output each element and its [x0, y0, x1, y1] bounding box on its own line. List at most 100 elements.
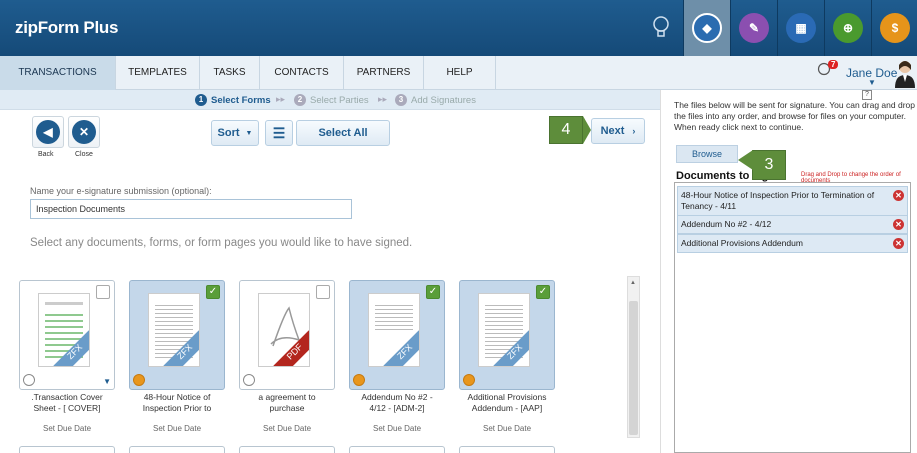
document-caption: 48-Hour Notice of Inspection Prior to: [129, 392, 225, 414]
remove-icon[interactable]: ✕: [893, 238, 904, 249]
list-view-button[interactable]: ☰: [265, 120, 293, 146]
caption-line: 48-Hour Notice of: [143, 392, 211, 402]
status-circle-icon: [353, 374, 365, 386]
document-tile[interactable]: ZFX ✓: [459, 280, 555, 390]
nav-contacts[interactable]: CONTACTS: [260, 56, 344, 90]
scroll-thumb[interactable]: [629, 301, 638, 435]
status-circle-icon: [133, 374, 145, 386]
chevron-down-icon[interactable]: ▼: [103, 377, 111, 386]
signature-queue-panel: The files below will be sent for signatu…: [660, 90, 917, 453]
step-number: 1: [195, 94, 207, 106]
calendar-app-icon[interactable]: ▦: [777, 0, 824, 56]
nav-partners[interactable]: PARTNERS: [344, 56, 424, 90]
document-tile[interactable]: [19, 446, 115, 453]
transactions-app-icon[interactable]: ◆: [683, 0, 730, 56]
list-item[interactable]: Addendum No #2 - 4/12 ✕: [677, 215, 908, 234]
queue-description: The files below will be sent for signatu…: [674, 100, 915, 132]
nav-templates[interactable]: TEMPLATES: [116, 56, 200, 90]
document-checkbox[interactable]: [316, 285, 330, 299]
list-item[interactable]: Additional Provisions Addendum ✕: [677, 234, 908, 253]
selected-documents-list: 48-Hour Notice of Inspection Prior to Te…: [674, 182, 911, 453]
document-tile[interactable]: [349, 446, 445, 453]
step-callout: 3: [752, 150, 786, 180]
caption-line: Additional Provisions: [467, 392, 547, 402]
next-button[interactable]: Next ›: [591, 118, 645, 144]
caption-line: a agreement to: [258, 392, 316, 402]
submission-name-input[interactable]: [30, 199, 352, 219]
document-checkbox[interactable]: ✓: [206, 285, 220, 299]
step-select-parties: 2 Select Parties: [294, 94, 369, 106]
caption-line: Addendum No #2 -: [361, 392, 433, 402]
step-number: 3: [395, 94, 407, 106]
lightbulb-icon[interactable]: [650, 13, 672, 43]
document-thumbnail: ZFX: [368, 293, 420, 367]
status-circle-icon: [463, 374, 475, 386]
document-tile[interactable]: ZFX ▼: [19, 280, 115, 390]
close-button[interactable]: ✕: [68, 116, 100, 148]
document-tile[interactable]: [239, 446, 335, 453]
set-due-date-link[interactable]: Set Due Date: [129, 424, 225, 433]
document-caption: Additional Provisions Addendum - [AAP]: [459, 392, 555, 414]
callout-pointer: [738, 150, 753, 170]
close-icon: ✕: [72, 120, 96, 144]
document-checkbox[interactable]: [96, 285, 110, 299]
zfx-badge: ZFX: [383, 330, 419, 366]
signature-app-icon[interactable]: ✎: [730, 0, 777, 56]
step-arrow-icon: ▸▸: [276, 94, 286, 104]
document-thumbnail: ZFX: [478, 293, 530, 367]
set-due-date-link[interactable]: Set Due Date: [349, 424, 445, 433]
avatar[interactable]: [893, 58, 917, 88]
close-label: Close: [75, 151, 93, 158]
document-thumbnail: ZFX: [38, 293, 90, 367]
document-caption: Addendum No #2 - 4/12 - [ADM-2]: [349, 392, 445, 414]
nav-tasks[interactable]: TASKS: [200, 56, 260, 90]
nav-help[interactable]: HELP: [424, 56, 496, 90]
scroll-up-icon[interactable]: ▲: [630, 280, 636, 286]
document-checkbox[interactable]: ✓: [536, 285, 550, 299]
status-circle-icon: [23, 374, 35, 386]
main-nav: TRANSACTIONS TEMPLATES TASKS CONTACTS PA…: [0, 56, 917, 90]
document-tile[interactable]: ZFX ✓: [349, 280, 445, 390]
step-callout: 4: [549, 116, 583, 144]
back-button[interactable]: ◀: [32, 116, 64, 148]
sort-label: Sort: [217, 127, 240, 139]
set-due-date-link[interactable]: Set Due Date: [239, 424, 335, 433]
remove-icon[interactable]: ✕: [893, 190, 904, 201]
document-tile[interactable]: [459, 446, 555, 453]
caption-line: purchase: [269, 403, 305, 413]
money-app-icon[interactable]: $: [871, 0, 917, 56]
selected-doc-label: 48-Hour Notice of Inspection Prior to Te…: [681, 190, 875, 211]
list-item[interactable]: 48-Hour Notice of Inspection Prior to Te…: [677, 186, 908, 216]
browse-button[interactable]: Browse: [676, 145, 738, 163]
remove-icon[interactable]: ✕: [893, 219, 904, 230]
step-label: Select Parties: [310, 94, 369, 106]
back-arrow-icon: ◀: [36, 120, 60, 144]
next-label: Next: [600, 125, 625, 137]
document-caption: .Transaction Cover Sheet - [ COVER]: [19, 392, 115, 414]
sort-dropdown[interactable]: Sort ▼: [211, 120, 259, 146]
document-checkbox[interactable]: ✓: [426, 285, 440, 299]
chevron-down-icon[interactable]: ▼: [868, 78, 876, 87]
chevron-right-icon: ›: [632, 126, 636, 136]
selected-doc-label: Additional Provisions Addendum: [681, 238, 803, 248]
select-all-button[interactable]: Select All: [296, 120, 390, 146]
app-logo[interactable]: zipForm Plus: [15, 18, 118, 38]
step-label: Add Signatures: [411, 94, 476, 106]
document-caption: a agreement to purchase: [239, 392, 335, 414]
status-circle-icon: [243, 374, 255, 386]
caption-line: 4/12 - [ADM-2]: [369, 403, 425, 413]
documents-scrollbar[interactable]: ▲: [627, 276, 640, 438]
set-due-date-link[interactable]: Set Due Date: [459, 424, 555, 433]
nav-transactions[interactable]: TRANSACTIONS: [0, 56, 116, 90]
step-add-signatures: 3 Add Signatures: [395, 94, 476, 106]
set-due-date-link[interactable]: Set Due Date: [19, 424, 115, 433]
document-tile[interactable]: PDF: [239, 280, 335, 390]
document-thumbnail: ZFX: [148, 293, 200, 367]
help-icon[interactable]: ?: [862, 90, 872, 100]
caption-line: Inspection Prior to: [142, 403, 212, 413]
document-thumbnail: PDF: [258, 293, 310, 367]
mls-app-icon[interactable]: ⊕: [824, 0, 871, 56]
callout-pointer: [583, 116, 591, 144]
document-tile[interactable]: ZFX ✓: [129, 280, 225, 390]
document-tile[interactable]: [129, 446, 225, 453]
